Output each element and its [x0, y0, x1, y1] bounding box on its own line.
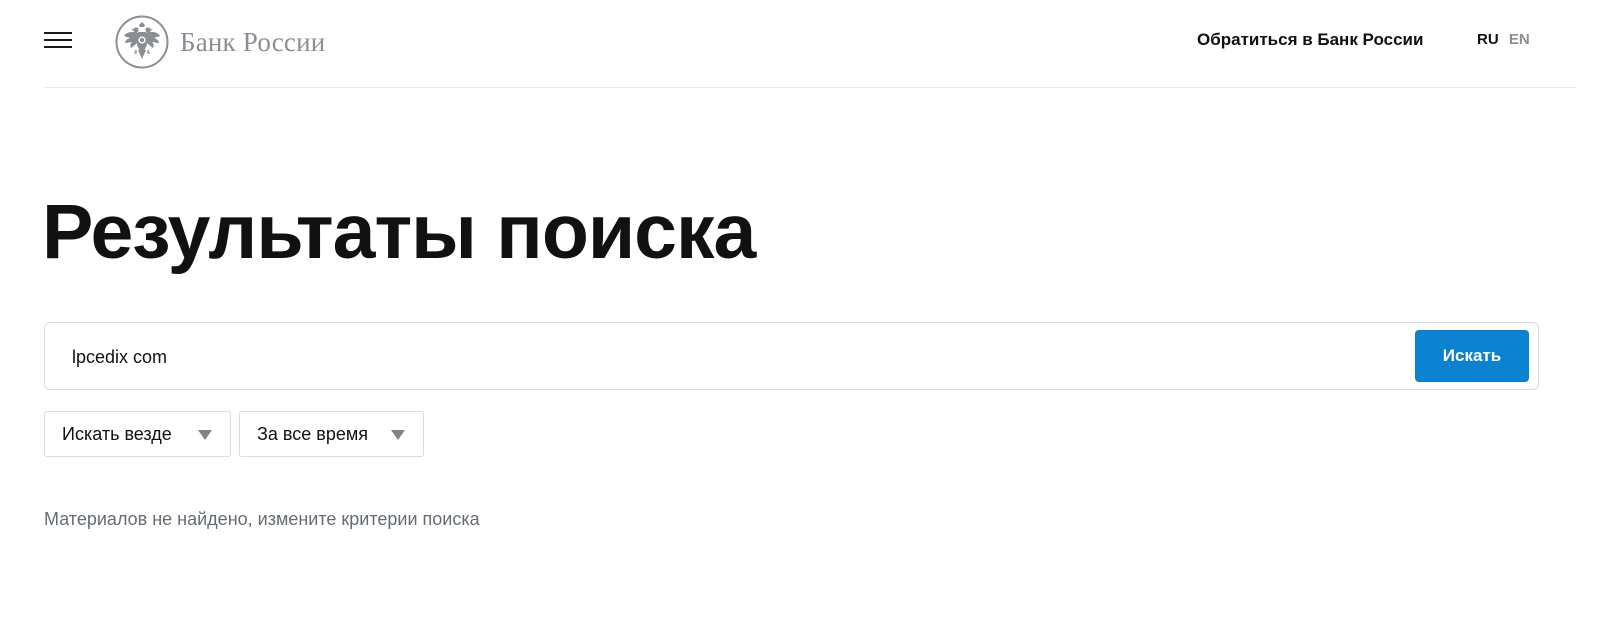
page-title: Результаты поиска [42, 189, 756, 275]
time-period-label: За все время [257, 424, 368, 444]
triangle-down-icon [391, 430, 405, 440]
menu-icon-bar [44, 39, 72, 41]
eagle-emblem-icon [115, 15, 169, 69]
time-period-dropdown[interactable]: За все время [239, 411, 424, 457]
search-box: Искать [44, 322, 1539, 390]
logo-text: Банк России [180, 26, 326, 57]
search-scope-dropdown[interactable]: Искать везде [44, 411, 231, 457]
lang-ru-option[interactable]: RU [1477, 31, 1499, 48]
language-switcher: RU EN [1477, 31, 1530, 48]
search-scope-label: Искать везде [62, 424, 172, 444]
menu-button[interactable] [44, 27, 72, 53]
search-input[interactable] [70, 339, 1374, 375]
menu-icon-bar [44, 32, 72, 34]
page: Банк России Обратиться в Банк России RU … [0, 0, 1600, 622]
search-button[interactable]: Искать [1415, 330, 1529, 382]
triangle-down-icon [198, 430, 212, 440]
no-results-message: Материалов не найдено, измените критерии… [44, 509, 480, 529]
lang-en-option[interactable]: EN [1509, 31, 1530, 48]
contact-bank-link[interactable]: Обратиться в Банк России [1197, 30, 1423, 50]
menu-icon-bar [44, 46, 72, 48]
logo-link[interactable]: Банк России [115, 14, 325, 70]
site-header: Банк России Обратиться в Банк России RU … [44, 0, 1576, 88]
